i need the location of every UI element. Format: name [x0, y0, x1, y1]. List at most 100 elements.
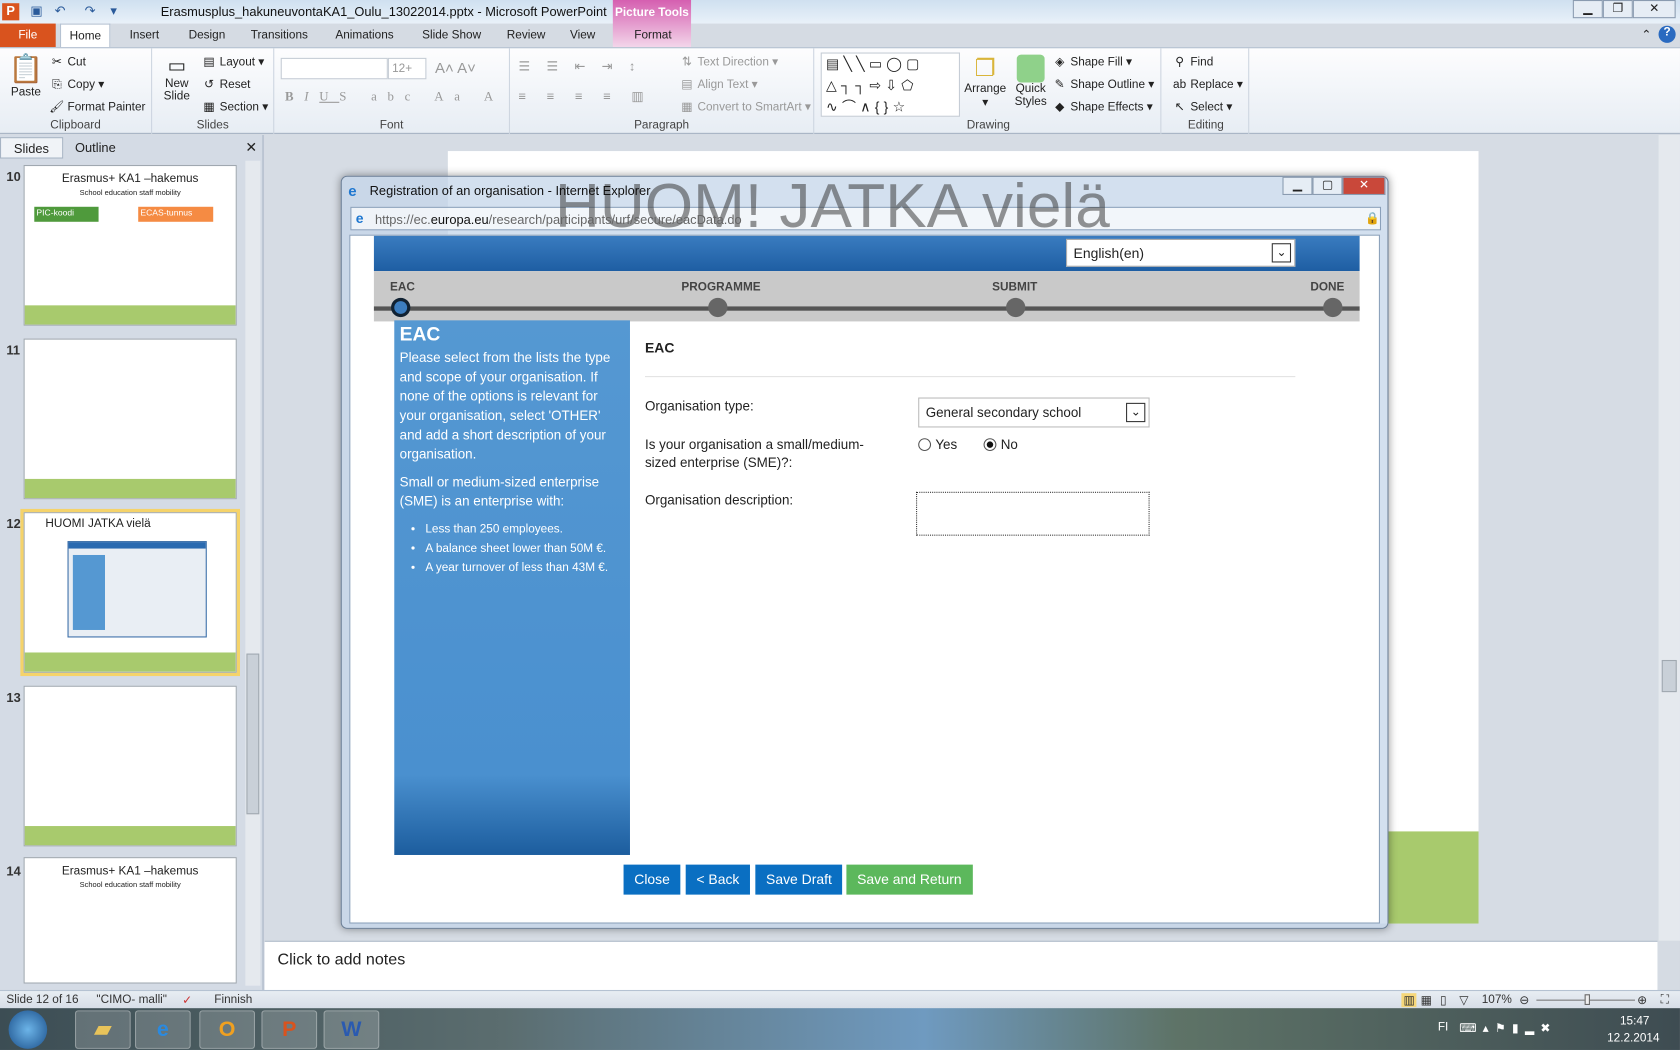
- url-text[interactable]: https://ec.europa.eu/research/participan…: [375, 212, 742, 227]
- list-icons[interactable]: ☰ ☰ ⇤ ⇥ ↕: [519, 59, 642, 74]
- tab-transitions[interactable]: Transitions: [242, 24, 316, 48]
- zoom-out-icon[interactable]: ⊖: [1519, 993, 1529, 1007]
- editing-label: Editing: [1187, 118, 1224, 132]
- outlook-taskbar-icon[interactable]: O: [199, 1010, 255, 1049]
- quick-styles-button[interactable]: Quick Styles: [1011, 54, 1050, 108]
- input-language[interactable]: FI: [1438, 1021, 1448, 1034]
- editor-scrollbar[interactable]: [1658, 134, 1680, 941]
- ie-minimize-button[interactable]: ▁: [1282, 176, 1313, 195]
- tab-outline[interactable]: Outline: [62, 137, 128, 158]
- scrollbar-thumb[interactable]: [246, 653, 260, 815]
- minimize-ribbon-icon[interactable]: ⌃: [1641, 28, 1651, 42]
- cut-button[interactable]: ✂ Cut: [49, 55, 86, 70]
- shapes-gallery[interactable]: ▤╲╲▭◯▢ △┐┐⇨⇩⬠ ∿⌒∧{}☆: [820, 52, 960, 117]
- format-painter-button[interactable]: 🖌 Format Painter: [49, 100, 145, 115]
- save-draft-button[interactable]: Save Draft: [755, 864, 843, 895]
- fit-to-window-icon[interactable]: ⛶: [1661, 993, 1669, 1007]
- zoom-slider-thumb[interactable]: [1584, 994, 1591, 1005]
- theme-name[interactable]: "CIMO- malli": [96, 993, 167, 1006]
- find-button[interactable]: ⚲ Find: [1172, 55, 1213, 70]
- slide-sorter-icon[interactable]: ▦: [1421, 993, 1432, 1007]
- ie-taskbar-icon[interactable]: e: [134, 1010, 191, 1049]
- shape-fill-button[interactable]: ◈ Shape Fill ▾: [1052, 55, 1132, 70]
- minimize-button[interactable]: ▁: [1572, 0, 1603, 19]
- start-button[interactable]: [8, 1010, 48, 1049]
- language-select[interactable]: English(en) ⌄: [1066, 238, 1296, 267]
- convert-smartart-button[interactable]: ▦ Convert to SmartArt ▾: [679, 100, 811, 115]
- explorer-taskbar-icon[interactable]: ▰: [74, 1010, 131, 1049]
- section-button[interactable]: ▦ Section ▾: [201, 100, 268, 115]
- tab-animations[interactable]: Animations: [327, 24, 402, 48]
- notes-pane[interactable]: Click to add notes: [264, 940, 1658, 990]
- word-taskbar-icon[interactable]: W: [323, 1010, 380, 1049]
- reset-button[interactable]: ↺ Reset: [201, 77, 250, 92]
- ie-close-button[interactable]: ✕: [1342, 176, 1386, 195]
- tab-slides[interactable]: Slides: [0, 137, 63, 159]
- tab-file[interactable]: File: [0, 23, 56, 48]
- spellcheck-icon[interactable]: ✓: [182, 993, 192, 1007]
- help-icon[interactable]: ?: [1658, 25, 1676, 43]
- zoom-level[interactable]: 107%: [1482, 993, 1512, 1006]
- slides-pane-scrollbar[interactable]: [245, 160, 261, 986]
- copy-button[interactable]: ⎘ Copy ▾: [49, 77, 104, 92]
- paste-button[interactable]: 📋 Paste: [9, 52, 44, 98]
- sidebar-heading: EAC: [399, 323, 441, 345]
- tab-view[interactable]: View: [561, 24, 603, 48]
- paragraph-label: Paragraph: [634, 118, 690, 132]
- font-size-select[interactable]: 12+: [387, 57, 427, 80]
- tab-home[interactable]: Home: [59, 23, 111, 48]
- arrange-button[interactable]: ❐ Arrange ▾: [964, 55, 1006, 110]
- org-type-select[interactable]: General secondary school ⌄: [918, 397, 1150, 428]
- tab-design[interactable]: Design: [180, 24, 234, 48]
- close-form-button[interactable]: Close: [623, 864, 681, 895]
- tray-icons[interactable]: ⌨▴⚑▮▂✖: [1459, 1021, 1556, 1035]
- grow-font-icon[interactable]: A˄ A˅: [435, 59, 476, 76]
- slide-thumbnail-11[interactable]: [23, 338, 237, 500]
- tab-review[interactable]: Review: [498, 24, 554, 48]
- layout-button[interactable]: ▤ Layout ▾: [201, 55, 264, 70]
- redo-icon[interactable]: ↷: [81, 3, 98, 20]
- sme-yes-radio[interactable]: Yes: [918, 436, 957, 454]
- shape-effects-button[interactable]: ◆ Shape Effects ▾: [1052, 100, 1153, 115]
- org-description-input[interactable]: [916, 491, 1150, 536]
- undo-icon[interactable]: ↶: [51, 3, 68, 20]
- language-indicator[interactable]: Finnish: [214, 993, 252, 1006]
- slide-thumbnail-12[interactable]: HUOMI JATKA vielä: [20, 508, 240, 677]
- notes-placeholder[interactable]: Click to add notes: [277, 950, 405, 968]
- reading-view-icon[interactable]: ▯: [1440, 993, 1446, 1007]
- powerpoint-taskbar-icon[interactable]: P: [261, 1010, 318, 1049]
- customize-qat-icon[interactable]: ▾: [105, 3, 122, 20]
- tab-format[interactable]: Format: [626, 24, 680, 48]
- text-direction-button[interactable]: ⇅ Text Direction ▾: [679, 55, 778, 70]
- font-format-buttons[interactable]: BIUS abc Aa A: [285, 89, 504, 105]
- new-slide-button[interactable]: ▭ New Slide: [159, 55, 195, 103]
- clock-date[interactable]: 12.2.2014: [1607, 1032, 1659, 1045]
- slide-thumbnail-10[interactable]: Erasmus+ KA1 –hakemus School education s…: [23, 164, 237, 326]
- back-button[interactable]: < Back: [685, 864, 751, 895]
- tab-slide-show[interactable]: Slide Show: [414, 24, 490, 48]
- sme-no-radio[interactable]: No: [983, 436, 1018, 454]
- close-pane-icon[interactable]: ✕: [245, 139, 257, 156]
- slide-thumbnail-13[interactable]: [23, 685, 237, 847]
- slide-heading[interactable]: HUOM! JATKA vielä: [555, 170, 1110, 242]
- tab-insert[interactable]: Insert: [121, 24, 168, 48]
- close-button[interactable]: ✕: [1632, 0, 1676, 19]
- slideshow-icon[interactable]: ▽: [1459, 993, 1468, 1007]
- zoom-in-icon[interactable]: ⊕: [1637, 993, 1647, 1007]
- ie-restore-button[interactable]: ▢: [1312, 176, 1343, 195]
- select-button[interactable]: ↖ Select ▾: [1172, 100, 1233, 115]
- clock-time[interactable]: 15:47: [1620, 1015, 1649, 1028]
- font-name-select[interactable]: [280, 57, 388, 80]
- replace-button[interactable]: ab Replace ▾: [1172, 77, 1243, 92]
- shape-outline-button[interactable]: ✎ Shape Outline ▾: [1052, 77, 1155, 92]
- save-and-return-button[interactable]: Save and Return: [846, 864, 973, 895]
- align-icons[interactable]: ≡ ≡ ≡ ≡ ▥: [519, 89, 653, 104]
- normal-view-icon[interactable]: ▥: [1401, 993, 1417, 1008]
- save-icon[interactable]: ▣: [28, 3, 45, 20]
- scrollbar-thumb[interactable]: [1661, 659, 1677, 693]
- align-text-button[interactable]: ▤ Align Text ▾: [679, 77, 757, 92]
- restore-button[interactable]: ❐: [1602, 0, 1633, 19]
- zoom-slider[interactable]: [1536, 994, 1635, 1005]
- slide-thumbnail-14[interactable]: Erasmus+ KA1 –hakemus School education s…: [23, 857, 237, 984]
- powerpoint-logo-icon[interactable]: P: [2, 3, 20, 21]
